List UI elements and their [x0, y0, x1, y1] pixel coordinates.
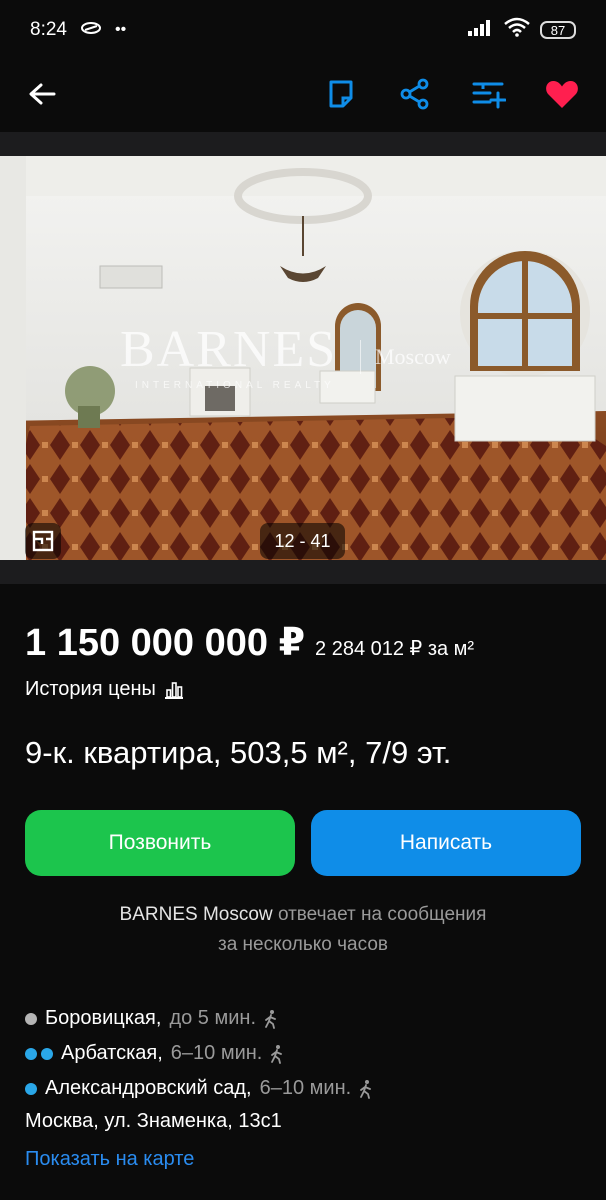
watermark-brand: BARNES — [120, 321, 338, 378]
wifi-icon — [504, 17, 530, 43]
metro-station-3: Александровский сад, 6–10 мин. — [25, 1077, 373, 1100]
show-on-map-link[interactable]: Показать на карте — [25, 1148, 194, 1171]
share-button[interactable] — [395, 74, 435, 114]
battery-indicator: 87 — [540, 21, 576, 39]
status-time: 8:24 — [30, 19, 67, 40]
metro-station-name: Боровицкая, — [45, 1007, 162, 1029]
signal-icon — [468, 18, 494, 42]
metro-station-2: Арбатская, 6–10 мин. — [25, 1042, 284, 1065]
floor-plan-icon — [32, 530, 54, 552]
bar-chart-icon — [164, 681, 183, 699]
top-toolbar — [0, 60, 606, 132]
walking-icon — [360, 1079, 372, 1099]
metro-line-dot — [25, 1047, 37, 1060]
metro-walk-time: 6–10 мин. — [259, 1077, 352, 1099]
seller-name[interactable]: BARNES Moscow — [120, 904, 273, 925]
compare-button[interactable] — [469, 74, 509, 114]
message-button[interactable]: Написать — [311, 810, 581, 876]
heart-icon — [546, 81, 578, 108]
address: Москва, ул. Знаменка, 13с1 — [25, 1110, 282, 1132]
arrow-left-icon — [29, 83, 56, 105]
more-notifications-icon: •• — [114, 21, 127, 38]
compare-list-icon — [472, 82, 506, 109]
metro-walk-time: 6–10 мин. — [170, 1042, 263, 1064]
share-icon — [400, 78, 429, 110]
metro-station-name: Александровский сад, — [45, 1077, 252, 1099]
app-notification-icon — [80, 19, 101, 41]
section-divider — [0, 560, 606, 584]
listing-title: 9-к. квартира, 503,5 м², 7/9 эт. — [25, 735, 452, 770]
metro-station-name: Арбатская, — [61, 1042, 163, 1064]
note-icon — [329, 80, 353, 108]
metro-line-dot — [25, 1082, 37, 1095]
favorite-button[interactable] — [542, 74, 582, 114]
watermark-city: Moscow — [375, 344, 451, 369]
photo-counter: 12 - 41 — [260, 523, 345, 559]
metro-walk-time: до 5 мин. — [169, 1007, 257, 1029]
reply-line2: за несколько часов — [218, 934, 388, 955]
status-bar: 8:24 •• 87 — [0, 0, 606, 60]
metro-station-1: Боровицкая, до 5 мин. — [25, 1007, 278, 1030]
price: 1 150 000 000 ₽ — [25, 622, 306, 664]
call-button[interactable]: Позвонить — [25, 810, 295, 876]
watermark-tag: INTERNATIONAL REALTY — [135, 380, 335, 391]
price-history-link[interactable]: История цены — [25, 678, 184, 701]
photo-gallery[interactable]: BARNES Moscow INTERNATIONAL REALTY — [0, 156, 606, 560]
walking-icon — [265, 1009, 276, 1029]
price-per-m2: 2 284 012 ₽ за м² — [315, 638, 475, 660]
price-row: 1 150 000 000 ₽ 2 284 012 ₽ за м² — [25, 620, 474, 665]
metro-line-dot — [25, 1012, 37, 1025]
floor-plan-button[interactable] — [25, 523, 61, 559]
watermark-separator — [360, 340, 361, 374]
metro-line-dot — [41, 1047, 53, 1060]
reply-line1: отвечает на сообщения — [277, 904, 487, 925]
note-button[interactable] — [321, 74, 361, 114]
back-button[interactable] — [22, 74, 62, 114]
price-history-label: История цены — [25, 678, 156, 700]
section-divider — [0, 132, 606, 156]
walking-icon — [271, 1044, 283, 1064]
seller-reply-info: BARNES Moscow отвечает на сообщения за н… — [0, 900, 606, 960]
